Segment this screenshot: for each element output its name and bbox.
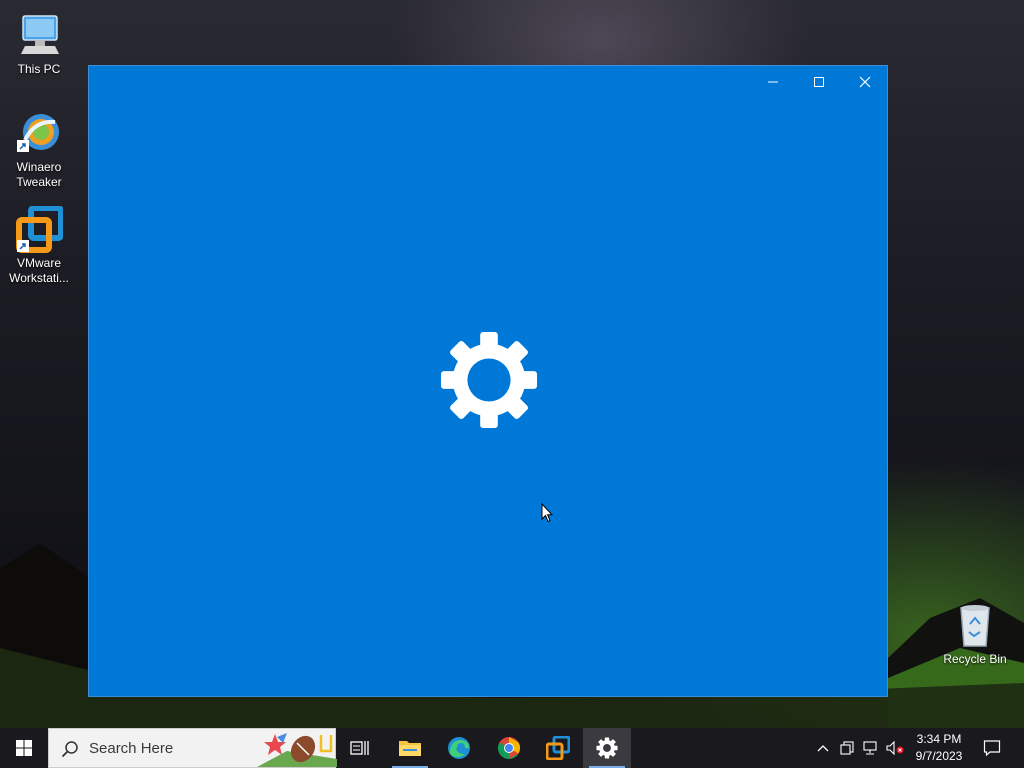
- search-icon: [61, 741, 78, 758]
- recycle-bin-icon: [951, 602, 999, 650]
- action-center-button[interactable]: [978, 728, 1006, 768]
- notification-icon: [983, 740, 1001, 757]
- settings-window[interactable]: [88, 65, 888, 697]
- desktop-icon-recycle-bin[interactable]: Recycle Bin: [937, 602, 1013, 667]
- tablet-mode-tray-button[interactable]: [836, 728, 858, 768]
- start-button[interactable]: [0, 728, 48, 768]
- winaero-tweaker-icon: [15, 110, 63, 158]
- chrome-icon: [498, 737, 520, 759]
- settings-icon: [596, 737, 618, 759]
- volume-tray-button[interactable]: [884, 728, 906, 768]
- edge-button[interactable]: [435, 728, 483, 768]
- task-view-icon: [350, 741, 369, 755]
- desktop-icon-label: Winaero Tweaker: [16, 160, 62, 189]
- minimize-button[interactable]: [750, 66, 796, 98]
- search-placeholder: Search Here: [89, 740, 174, 757]
- file-explorer-icon: [399, 741, 421, 756]
- close-button[interactable]: [842, 66, 888, 98]
- search-highlight-illustration: [257, 733, 337, 767]
- desktop-icon-label: VMware Workstati...: [9, 256, 69, 285]
- windows-logo-icon: [16, 740, 32, 756]
- desktop-icon-winaero-tweaker[interactable]: Winaero Tweaker: [1, 110, 77, 190]
- search-box[interactable]: Search Here: [48, 728, 337, 768]
- desktop-icon-vmware[interactable]: VMware Workstati...: [1, 205, 77, 286]
- network-tray-button[interactable]: [860, 728, 882, 768]
- computer-icon: [15, 12, 63, 60]
- network-icon: [863, 741, 877, 755]
- volume-muted-icon: [886, 741, 904, 755]
- edge-icon: [448, 737, 470, 759]
- clock[interactable]: 3:34 PM 9/7/2023: [906, 731, 972, 765]
- settings-button[interactable]: [583, 728, 631, 768]
- clock-date: 9/7/2023: [915, 749, 963, 763]
- desktop-icon-label: This PC: [17, 62, 61, 76]
- minimize-icon: [768, 81, 778, 83]
- vmware-icon: [15, 205, 64, 254]
- close-icon: [859, 76, 871, 88]
- vmware-button[interactable]: [534, 728, 582, 768]
- gear-icon: [440, 331, 538, 429]
- mouse-cursor-icon: [541, 503, 553, 523]
- maximize-icon: [814, 77, 824, 87]
- desktop-icon-label: Recycle Bin: [943, 652, 1007, 666]
- clock-time: 3:34 PM: [916, 732, 962, 746]
- vmware-icon: [546, 736, 570, 760]
- chevron-up-icon: [817, 745, 829, 752]
- chrome-button[interactable]: [485, 728, 533, 768]
- tablet-icon: [840, 741, 854, 755]
- task-view-button[interactable]: [336, 728, 384, 768]
- show-hidden-icons-button[interactable]: [813, 728, 833, 768]
- desktop-icon-this-pc[interactable]: This PC: [1, 12, 77, 77]
- maximize-button[interactable]: [796, 66, 842, 98]
- taskbar: Search Here 3:34 PM 9/7/2023: [0, 728, 1024, 768]
- file-explorer-button[interactable]: [386, 728, 434, 768]
